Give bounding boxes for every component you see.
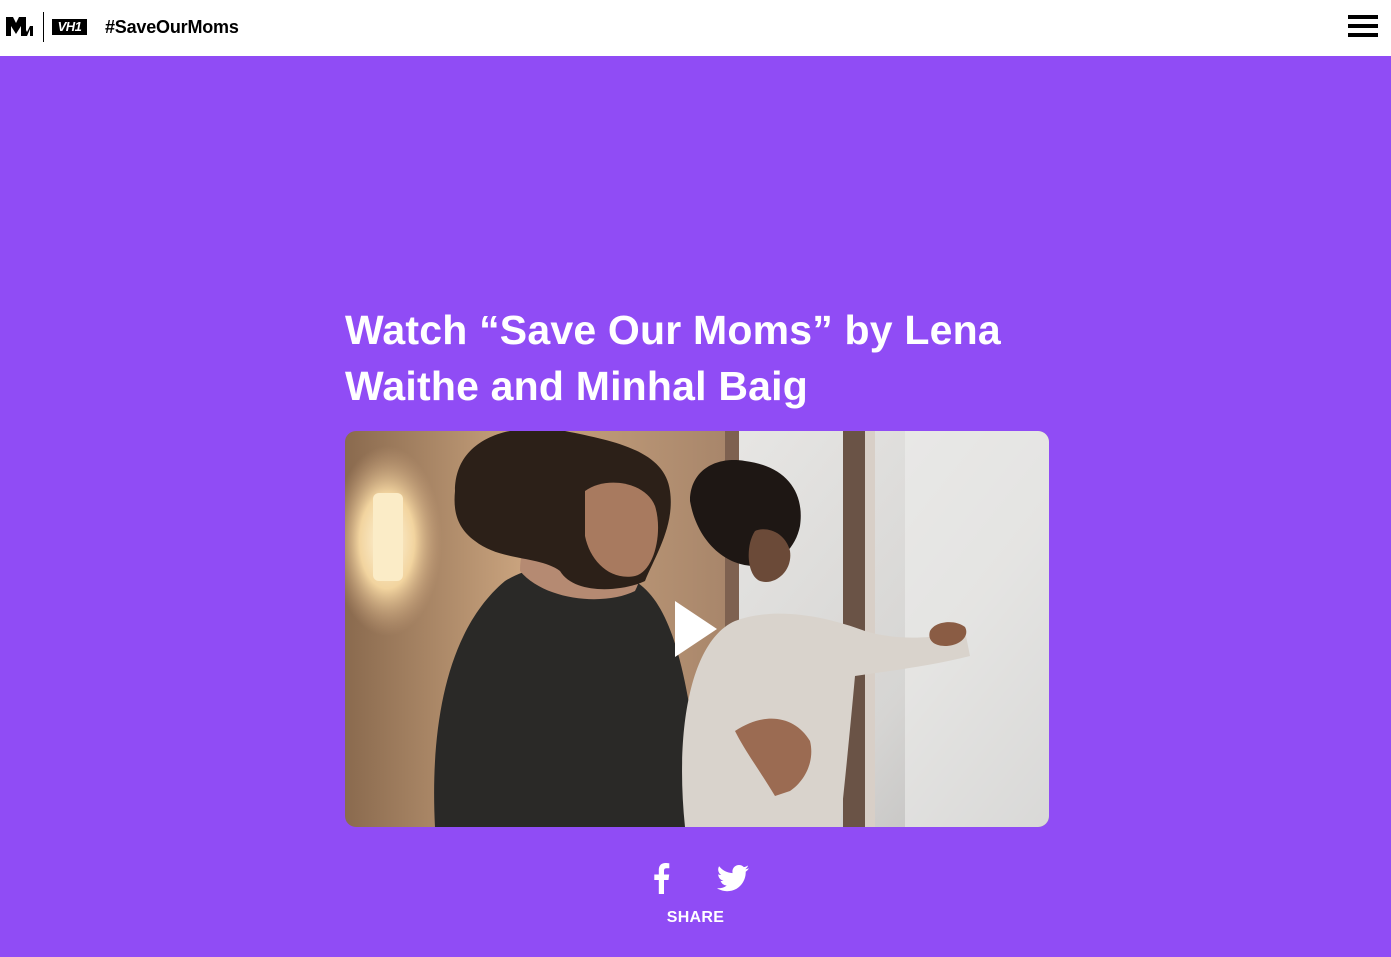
menu-bar	[1348, 24, 1378, 28]
facebook-icon[interactable]	[652, 862, 670, 894]
video-player[interactable]	[345, 431, 1049, 827]
share-label: SHARE	[666, 909, 725, 926]
logo-divider	[43, 12, 44, 42]
site-title[interactable]: #SaveOurMoms	[105, 15, 239, 39]
page-headline: Watch “Save Our Moms” by Lena Waithe and…	[345, 307, 1001, 409]
twitter-icon[interactable]	[717, 865, 749, 892]
hamburger-menu-icon[interactable]	[1344, 12, 1382, 42]
top-navigation-bar: VH1 #SaveOurMoms	[0, 0, 1391, 56]
play-icon[interactable]	[671, 599, 721, 659]
share-buttons	[0, 862, 1391, 896]
mtv-logo[interactable]	[6, 17, 36, 36]
menu-bar	[1348, 15, 1378, 19]
vh1-logo[interactable]: VH1	[52, 19, 87, 35]
menu-bar	[1348, 33, 1378, 37]
